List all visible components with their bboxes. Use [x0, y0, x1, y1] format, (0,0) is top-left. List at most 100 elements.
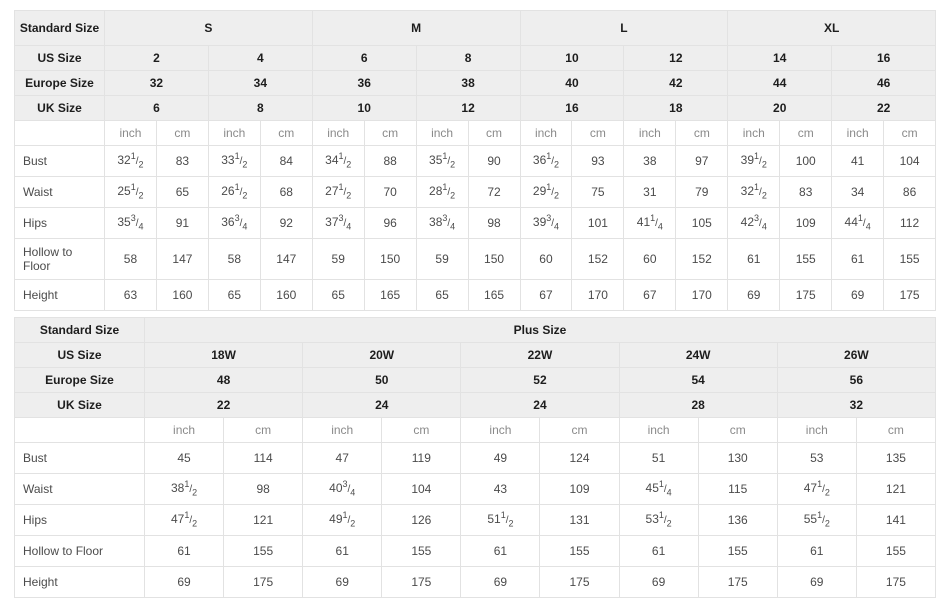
unit-cell-inch: inch	[415, 120, 469, 146]
measurement-value: 175	[697, 566, 778, 598]
measurement-value: 38	[623, 145, 677, 177]
plus-size-row-us-size: US Size 18W 20W 22W 24W 26W	[14, 342, 936, 368]
measurement-value: 61	[143, 535, 225, 567]
measurement-value: 471/2	[143, 504, 225, 536]
measurement-value: 155	[855, 535, 936, 567]
plus-group-header-row: Standard Size Plus Size	[14, 317, 936, 343]
measurement-label: Hollow to Floor	[14, 238, 105, 280]
size-value-cell: 8	[207, 95, 313, 121]
size-value-cell: 8	[415, 45, 521, 71]
size-value-cell: 34	[207, 70, 313, 96]
measurement-value: 60	[623, 238, 677, 280]
measurement-value: 152	[675, 238, 729, 280]
unit-cell-inch: inch	[831, 120, 885, 146]
fraction-value: 361/2	[532, 151, 560, 170]
measurement-value: 96	[363, 207, 417, 239]
measurement-value: 65	[207, 279, 261, 311]
unit-cell-cm: cm	[467, 120, 521, 146]
fraction-value: 471/2	[803, 479, 830, 498]
measurement-value: 51	[618, 442, 699, 474]
measurement-value: 391/2	[727, 145, 781, 177]
measurement-value: 115	[697, 473, 778, 505]
measurement-value: 59	[415, 238, 469, 280]
measurement-value: 67	[623, 279, 677, 311]
measurement-value: 271/2	[311, 176, 365, 208]
fraction-value: 551/2	[803, 510, 830, 529]
row-header-label: Europe Size	[14, 367, 145, 393]
measurement-value: 175	[883, 279, 937, 311]
measurement-value: 393/4	[519, 207, 573, 239]
measurement-row: Hips 353/4 91 363/4 92 373/4 96 383/4 98 393/4 101…	[14, 207, 937, 239]
measurement-value: 92	[259, 207, 313, 239]
measurement-value: 60	[519, 238, 573, 280]
row-header-label: US Size	[14, 45, 105, 71]
fraction-value: 351/2	[429, 151, 456, 170]
fraction-value: 471/2	[170, 510, 198, 529]
size-value-cell: 16	[519, 95, 625, 121]
measurement-value: 75	[571, 176, 625, 208]
measurement-value: 69	[776, 566, 857, 598]
fraction-value: 291/2	[532, 182, 560, 201]
unit-cell-inch: inch	[519, 120, 573, 146]
measurement-value: 114	[223, 442, 304, 474]
measurement-value: 531/2	[618, 504, 699, 536]
measurement-value: 175	[539, 566, 620, 598]
standard-size-table: Standard Size S M L XL US Size 2 4 6 8 10 12 14 16 Eur…	[14, 10, 937, 311]
measurement-value: 83	[155, 145, 209, 177]
fraction-value: 331/2	[221, 151, 248, 170]
size-group-header-s: S	[104, 10, 313, 46]
fraction-value: 383/4	[429, 213, 456, 232]
measurement-value: 72	[467, 176, 521, 208]
measurement-value: 34	[831, 176, 885, 208]
size-value-cell: 46	[831, 70, 937, 96]
fraction-value: 353/4	[117, 213, 144, 232]
measurement-value: 175	[223, 566, 304, 598]
measurement-row: Height 63 160 65 160 65 165 65 165 67 170 67 170 69 17…	[14, 279, 937, 311]
plus-measurement-row: Bust 45 114 47 119 49 124 51 130 53 135	[14, 442, 936, 474]
measurement-value: 403/4	[302, 473, 383, 505]
measurement-value: 119	[381, 442, 462, 474]
measurement-value: 45	[143, 442, 225, 474]
measurement-value: 124	[539, 442, 620, 474]
fraction-value: 451/4	[645, 479, 672, 498]
measurement-value: 321/2	[104, 145, 157, 177]
measurement-value: 98	[223, 473, 304, 505]
measurement-value: 61	[302, 535, 383, 567]
measurement-value: 373/4	[311, 207, 365, 239]
measurement-value: 59	[311, 238, 365, 280]
measurement-value: 491/2	[302, 504, 383, 536]
plus-standard-size-label: Standard Size	[14, 317, 145, 343]
row-header-label: Europe Size	[14, 70, 105, 96]
measurement-value: 131	[539, 504, 620, 536]
measurement-value: 155	[381, 535, 462, 567]
measurement-value: 58	[207, 238, 261, 280]
unit-cell-cm: cm	[675, 120, 729, 146]
size-value-cell: 14	[727, 45, 833, 71]
size-value-cell: 24W	[618, 342, 778, 368]
size-value-cell: 38	[415, 70, 521, 96]
measurement-value: 170	[571, 279, 625, 311]
measurement-value: 147	[259, 238, 313, 280]
size-value-cell: 16	[831, 45, 937, 71]
size-group-header-xl: XL	[727, 10, 937, 46]
unit-cell-cm: cm	[155, 120, 209, 146]
fraction-value: 373/4	[325, 213, 352, 232]
measurement-value: 165	[363, 279, 417, 311]
size-value-cell: 28	[618, 392, 778, 418]
measurement-value: 281/2	[415, 176, 469, 208]
unit-cell-inch: inch	[618, 417, 699, 443]
measurement-value: 155	[223, 535, 304, 567]
measurement-value: 61	[618, 535, 699, 567]
measurement-value: 291/2	[519, 176, 573, 208]
measurement-label: Waist	[14, 473, 145, 505]
size-value-cell: 2	[104, 45, 209, 71]
plus-measurement-row: Hips 471/2 121 491/2 126 511/2 131 531/2 136 551/…	[14, 504, 936, 536]
fraction-value: 381/2	[170, 479, 198, 498]
size-value-cell: 22W	[460, 342, 620, 368]
unit-row-empty-label	[14, 120, 105, 146]
row-header-label: UK Size	[14, 95, 105, 121]
unit-cell-cm: cm	[855, 417, 936, 443]
measurement-value: 383/4	[415, 207, 469, 239]
size-value-cell: 20W	[302, 342, 462, 368]
measurement-value: 451/4	[618, 473, 699, 505]
